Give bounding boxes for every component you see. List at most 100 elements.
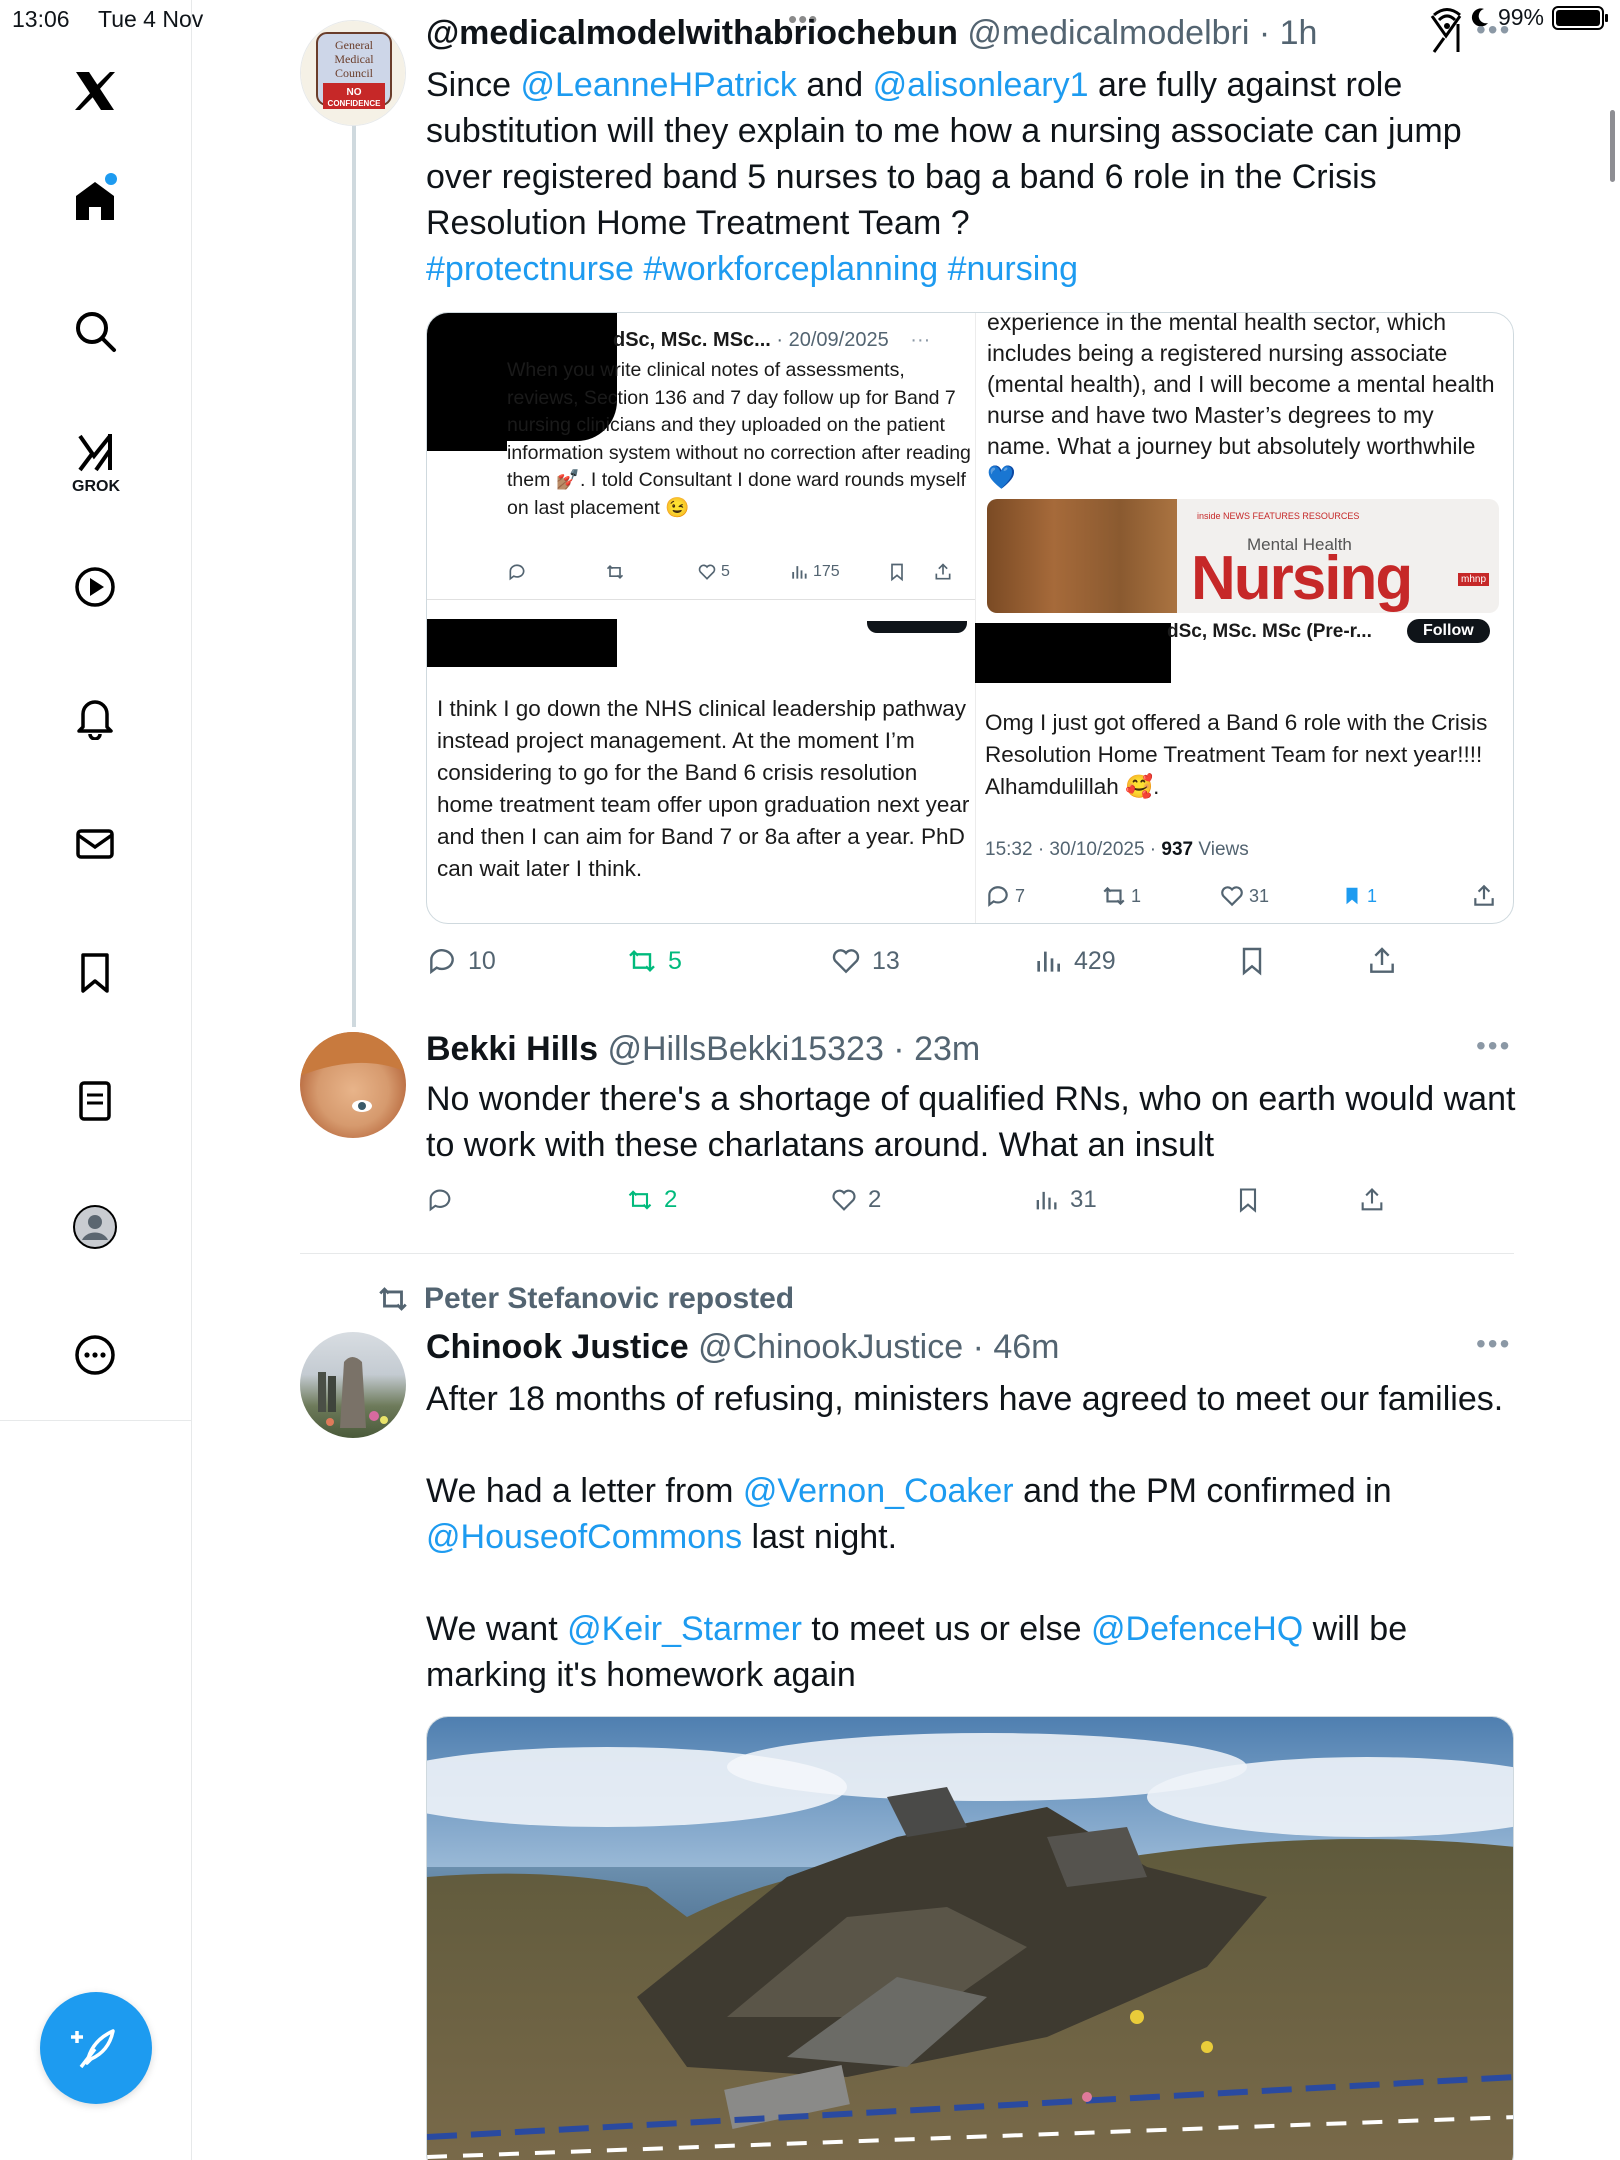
- avatar-text-no: NO: [347, 87, 362, 98]
- q4-bookmarks-count: 1: [1367, 885, 1378, 906]
- repost-attribution[interactable]: Peter Stefanovic reposted: [376, 1282, 794, 1316]
- post2-display-name[interactable]: Bekki Hills: [426, 1030, 598, 1068]
- post3-mention-defencehq[interactable]: @DefenceHQ: [1091, 1610, 1303, 1648]
- profile-avatar-icon[interactable]: [66, 1198, 124, 1256]
- scrollbar-thumb[interactable]: [1610, 110, 1615, 182]
- q4-likes-count: 31: [1249, 885, 1270, 906]
- post1-image-collage[interactable]: dSc, MSc. MSc... · 20/09/2025 ··· When y…: [426, 312, 1514, 924]
- post3-time[interactable]: 46m: [993, 1328, 1059, 1366]
- post1-time[interactable]: 1h: [1280, 14, 1318, 52]
- post1-avatar[interactable]: General Medical Council NO CONFIDENCE: [300, 20, 406, 126]
- post1-repost-button[interactable]: 5: [626, 945, 682, 977]
- post1-repost-count: 5: [668, 946, 682, 975]
- post1-bookmark-button[interactable]: [1236, 945, 1268, 977]
- bookmarks-icon[interactable]: [66, 944, 124, 1002]
- post3-paragraph-1: After 18 months of refusing, ministers h…: [426, 1380, 1504, 1418]
- post1-text-a: Since: [426, 66, 521, 104]
- avatar-text-confidence: CONFIDENCE: [328, 99, 382, 108]
- q2-magazine-badge: mhnp: [1457, 573, 1489, 586]
- post3-separator: ·: [963, 1328, 994, 1366]
- q1-divider: [427, 599, 975, 600]
- post1-like-button[interactable]: 13: [830, 945, 900, 977]
- redaction-block: [427, 619, 617, 667]
- post1-hashtags[interactable]: #protectnurse #workforceplanning #nursin…: [426, 250, 1078, 288]
- post3-media-image[interactable]: [426, 1716, 1514, 2160]
- x-logo-icon[interactable]: [66, 62, 124, 120]
- post1-text-b: and: [796, 66, 873, 104]
- post2-share-button[interactable]: [1358, 1186, 1386, 1214]
- post1-like-count: 13: [872, 946, 900, 975]
- post3-mention-keir[interactable]: @Keir_Starmer: [567, 1610, 802, 1648]
- search-icon[interactable]: [66, 302, 124, 360]
- post1-views-count: 429: [1074, 946, 1116, 975]
- post2-more-icon[interactable]: •••: [1476, 1030, 1511, 1062]
- post1-more-icon[interactable]: •••: [1476, 14, 1511, 46]
- post1-share-button[interactable]: [1366, 945, 1398, 977]
- q4-timestamp: 15:32 · 30/10/2025 · 937 Views: [985, 839, 1249, 861]
- lists-icon[interactable]: [66, 1072, 124, 1130]
- post3-display-name[interactable]: Chinook Justice: [426, 1328, 689, 1366]
- q4-name: dSc, MSc. MSc (Pre-r...: [1167, 621, 1372, 642]
- post1-grok-badge-icon[interactable]: [1428, 8, 1464, 54]
- notifications-bell-icon[interactable]: [66, 688, 124, 746]
- post2-repost-count: 2: [664, 1186, 678, 1213]
- post3-text: After 18 months of refusing, ministers h…: [426, 1376, 1526, 1698]
- q2-magazine-image: inside NEWS FEATURES RESOURCES Mental He…: [987, 499, 1499, 613]
- repost-icon: [379, 1287, 407, 1311]
- home-notification-dot: [105, 173, 117, 185]
- post3-mention-vernon[interactable]: @Vernon_Coaker: [743, 1472, 1014, 1510]
- q1-header: dSc, MSc. MSc... · 20/09/2025 ···: [613, 329, 930, 352]
- post1-reply-count: 10: [468, 946, 496, 975]
- post1-display-name[interactable]: @medicalmodelwithabriochebun: [426, 14, 958, 52]
- post3-p2-text-b: and the PM confirmed in: [1013, 1472, 1392, 1510]
- reply-icon: [429, 1189, 451, 1212]
- avatar-text-medical: Medical: [334, 52, 374, 66]
- post3-p2-text-c: last night.: [742, 1518, 898, 1556]
- q4-views-count: 937: [1161, 839, 1194, 860]
- post1-text: Since @LeanneHPatrick and @alisonleary1 …: [426, 62, 1526, 292]
- q1-more-icon: ···: [910, 329, 931, 351]
- post2-bookmark-button[interactable]: [1234, 1186, 1262, 1214]
- post3-avatar[interactable]: [300, 1332, 406, 1438]
- q1-share-icon: [933, 562, 953, 582]
- grok-icon[interactable]: [66, 424, 124, 482]
- post1-separator: ·: [1249, 14, 1280, 52]
- post1-views-button[interactable]: 429: [1032, 945, 1116, 977]
- heart-icon: [832, 949, 860, 974]
- post2-views-button[interactable]: 31: [1032, 1186, 1097, 1214]
- q3-follow-pill-cropped: [867, 621, 967, 633]
- share-icon: [1361, 1188, 1383, 1211]
- q1-bookmark-icon: [887, 562, 907, 582]
- post-divider: [300, 1253, 1514, 1254]
- q4-share-icon: [1471, 883, 1497, 909]
- q1-repost-icon: [605, 562, 625, 582]
- q1-name: dSc, MSc. MSc...: [613, 329, 771, 351]
- post1-mention-leanne[interactable]: @LeanneHPatrick: [521, 66, 797, 104]
- post2-repost-button[interactable]: 2: [626, 1186, 677, 1214]
- q1-actions: 5 175: [427, 557, 967, 587]
- post3-mention-commons[interactable]: @HouseofCommons: [426, 1518, 742, 1556]
- post3-p3-text-b: to meet us or else: [801, 1610, 1092, 1648]
- grok-label[interactable]: GROK: [62, 478, 130, 496]
- q4-views-word: Views: [1193, 839, 1249, 860]
- post2-handle[interactable]: @HillsBekki15323: [607, 1030, 883, 1068]
- post2-avatar[interactable]: [300, 1032, 406, 1138]
- share-icon: [1370, 947, 1394, 973]
- video-icon[interactable]: [66, 558, 124, 616]
- post1-header: @medicalmodelwithabriochebun @medicalmod…: [426, 14, 1317, 53]
- post3-more-icon[interactable]: •••: [1476, 1328, 1511, 1360]
- compose-post-button[interactable]: [40, 1992, 152, 2104]
- post1-mention-alison[interactable]: @alisonleary1: [873, 66, 1089, 104]
- post2-like-count: 2: [868, 1186, 882, 1213]
- q1-reply-icon: [507, 562, 527, 582]
- post3-handle[interactable]: @ChinookJustice: [698, 1328, 963, 1366]
- post2-like-button[interactable]: 2: [830, 1186, 881, 1214]
- post1-handle[interactable]: @medicalmodelbri: [967, 14, 1249, 52]
- post1-reply-button[interactable]: 10: [426, 945, 496, 977]
- post2-time[interactable]: 23m: [914, 1030, 980, 1068]
- messages-envelope-icon[interactable]: [66, 815, 124, 873]
- more-options-icon[interactable]: [66, 1326, 124, 1384]
- q3-text: I think I go down the NHS clinical leade…: [437, 696, 970, 881]
- post2-reply-button[interactable]: [426, 1186, 464, 1214]
